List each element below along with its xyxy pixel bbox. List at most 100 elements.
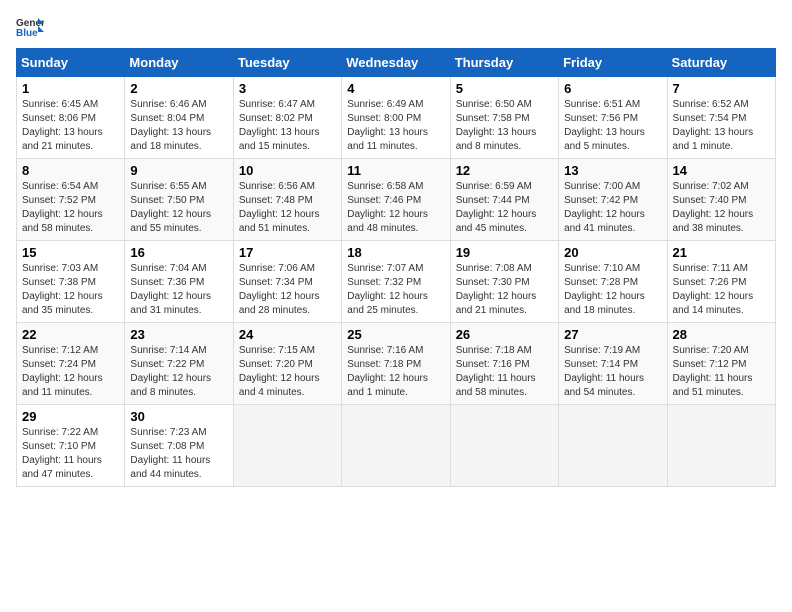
day-detail: Sunrise: 7:14 AMSunset: 7:22 PMDaylight:…: [130, 344, 227, 400]
day-cell-9: 9 Sunrise: 6:55 AMSunset: 7:50 PMDaylight…: [125, 159, 233, 241]
day-number: 3: [239, 81, 336, 96]
day-detail: Sunrise: 7:20 AMSunset: 7:12 PMDaylight:…: [673, 344, 770, 400]
day-detail: Sunrise: 7:19 AMSunset: 7:14 PMDaylight:…: [564, 344, 661, 400]
day-cell-17: 17 Sunrise: 7:06 AMSunset: 7:34 PMDayligh…: [233, 241, 341, 323]
calendar-table: SundayMondayTuesdayWednesdayThursdayFrid…: [16, 48, 776, 487]
empty-cell: [667, 405, 775, 487]
logo-icon: General Blue: [16, 16, 44, 38]
day-number: 20: [564, 245, 661, 260]
day-number: 7: [673, 81, 770, 96]
day-number: 16: [130, 245, 227, 260]
day-headers-row: SundayMondayTuesdayWednesdayThursdayFrid…: [17, 49, 776, 77]
day-number: 23: [130, 327, 227, 342]
day-number: 29: [22, 409, 119, 424]
day-number: 12: [456, 163, 553, 178]
day-cell-8: 8 Sunrise: 6:54 AMSunset: 7:52 PMDaylight…: [17, 159, 125, 241]
day-cell-16: 16 Sunrise: 7:04 AMSunset: 7:36 PMDayligh…: [125, 241, 233, 323]
day-cell-11: 11Sunrise: 6:58 AMSunset: 7:46 PMDayligh…: [342, 159, 450, 241]
day-cell-6: 6 Sunrise: 6:51 AMSunset: 7:56 PMDaylight…: [559, 77, 667, 159]
week-row-5: 29 Sunrise: 7:22 AMSunset: 7:10 PMDayligh…: [17, 405, 776, 487]
day-cell-4: 4 Sunrise: 6:49 AMSunset: 8:00 PMDaylight…: [342, 77, 450, 159]
day-number: 6: [564, 81, 661, 96]
day-number: 2: [130, 81, 227, 96]
day-cell-27: 27 Sunrise: 7:19 AMSunset: 7:14 PMDayligh…: [559, 323, 667, 405]
day-number: 24: [239, 327, 336, 342]
svg-text:Blue: Blue: [16, 28, 38, 38]
day-number: 15: [22, 245, 119, 260]
day-cell-10: 10 Sunrise: 6:56 AMSunset: 7:48 PMDayligh…: [233, 159, 341, 241]
day-detail: Sunrise: 6:50 AMSunset: 7:58 PMDaylight:…: [456, 98, 553, 154]
day-number: 22: [22, 327, 119, 342]
day-cell-14: 14Sunrise: 7:02 AMSunset: 7:40 PMDayligh…: [667, 159, 775, 241]
day-detail: Sunrise: 7:08 AMSunset: 7:30 PMDaylight:…: [456, 262, 553, 318]
day-detail: Sunrise: 7:23 AMSunset: 7:08 PMDaylight:…: [130, 426, 227, 482]
day-cell-5: 5Sunrise: 6:50 AMSunset: 7:58 PMDaylight…: [450, 77, 558, 159]
day-header-friday: Friday: [559, 49, 667, 77]
day-cell-25: 25 Sunrise: 7:16 AMSunset: 7:18 PMDayligh…: [342, 323, 450, 405]
day-detail: Sunrise: 6:45 AMSunset: 8:06 PMDaylight:…: [22, 98, 119, 154]
day-header-wednesday: Wednesday: [342, 49, 450, 77]
empty-cell: [342, 405, 450, 487]
day-detail: Sunrise: 7:07 AMSunset: 7:32 PMDaylight:…: [347, 262, 444, 318]
day-cell-18: 18 Sunrise: 7:07 AMSunset: 7:32 PMDayligh…: [342, 241, 450, 323]
day-number: 18: [347, 245, 444, 260]
day-header-sunday: Sunday: [17, 49, 125, 77]
day-detail: Sunrise: 7:04 AMSunset: 7:36 PMDaylight:…: [130, 262, 227, 318]
day-detail: Sunrise: 7:11 AMSunset: 7:26 PMDaylight:…: [673, 262, 770, 318]
day-detail: Sunrise: 6:52 AMSunset: 7:54 PMDaylight:…: [673, 98, 770, 154]
day-number: 25: [347, 327, 444, 342]
week-row-2: 8 Sunrise: 6:54 AMSunset: 7:52 PMDaylight…: [17, 159, 776, 241]
day-header-tuesday: Tuesday: [233, 49, 341, 77]
header: General Blue: [16, 16, 776, 38]
day-detail: Sunrise: 6:55 AMSunset: 7:50 PMDaylight:…: [130, 180, 227, 236]
day-cell-2: 2Sunrise: 6:46 AMSunset: 8:04 PMDaylight…: [125, 77, 233, 159]
day-detail: Sunrise: 7:22 AMSunset: 7:10 PMDaylight:…: [22, 426, 119, 482]
day-number: 26: [456, 327, 553, 342]
day-detail: Sunrise: 7:06 AMSunset: 7:34 PMDaylight:…: [239, 262, 336, 318]
day-detail: Sunrise: 7:15 AMSunset: 7:20 PMDaylight:…: [239, 344, 336, 400]
day-cell-13: 13Sunrise: 7:00 AMSunset: 7:42 PMDayligh…: [559, 159, 667, 241]
day-number: 1: [22, 81, 119, 96]
empty-cell: [559, 405, 667, 487]
day-number: 10: [239, 163, 336, 178]
day-detail: Sunrise: 7:12 AMSunset: 7:24 PMDaylight:…: [22, 344, 119, 400]
day-cell-29: 29 Sunrise: 7:22 AMSunset: 7:10 PMDayligh…: [17, 405, 125, 487]
day-number: 21: [673, 245, 770, 260]
empty-cell: [450, 405, 558, 487]
day-number: 30: [130, 409, 227, 424]
week-row-3: 15 Sunrise: 7:03 AMSunset: 7:38 PMDayligh…: [17, 241, 776, 323]
day-number: 8: [22, 163, 119, 178]
day-detail: Sunrise: 6:51 AMSunset: 7:56 PMDaylight:…: [564, 98, 661, 154]
day-cell-21: 21 Sunrise: 7:11 AMSunset: 7:26 PMDayligh…: [667, 241, 775, 323]
day-number: 28: [673, 327, 770, 342]
day-detail: Sunrise: 6:49 AMSunset: 8:00 PMDaylight:…: [347, 98, 444, 154]
day-detail: Sunrise: 7:00 AMSunset: 7:42 PMDaylight:…: [564, 180, 661, 236]
day-detail: Sunrise: 6:59 AMSunset: 7:44 PMDaylight:…: [456, 180, 553, 236]
day-cell-26: 26 Sunrise: 7:18 AMSunset: 7:16 PMDayligh…: [450, 323, 558, 405]
day-cell-7: 7 Sunrise: 6:52 AMSunset: 7:54 PMDaylight…: [667, 77, 775, 159]
day-detail: Sunrise: 6:54 AMSunset: 7:52 PMDaylight:…: [22, 180, 119, 236]
empty-cell: [233, 405, 341, 487]
day-cell-22: 22 Sunrise: 7:12 AMSunset: 7:24 PMDayligh…: [17, 323, 125, 405]
day-detail: Sunrise: 7:10 AMSunset: 7:28 PMDaylight:…: [564, 262, 661, 318]
day-header-thursday: Thursday: [450, 49, 558, 77]
day-number: 19: [456, 245, 553, 260]
day-detail: Sunrise: 7:16 AMSunset: 7:18 PMDaylight:…: [347, 344, 444, 400]
week-row-4: 22 Sunrise: 7:12 AMSunset: 7:24 PMDayligh…: [17, 323, 776, 405]
day-number: 9: [130, 163, 227, 178]
day-number: 17: [239, 245, 336, 260]
day-cell-19: 19 Sunrise: 7:08 AMSunset: 7:30 PMDayligh…: [450, 241, 558, 323]
day-header-monday: Monday: [125, 49, 233, 77]
day-cell-24: 24 Sunrise: 7:15 AMSunset: 7:20 PMDayligh…: [233, 323, 341, 405]
day-cell-3: 3Sunrise: 6:47 AMSunset: 8:02 PMDaylight…: [233, 77, 341, 159]
day-detail: Sunrise: 6:56 AMSunset: 7:48 PMDaylight:…: [239, 180, 336, 236]
day-number: 11: [347, 163, 444, 178]
day-cell-23: 23 Sunrise: 7:14 AMSunset: 7:22 PMDayligh…: [125, 323, 233, 405]
day-number: 27: [564, 327, 661, 342]
day-detail: Sunrise: 7:03 AMSunset: 7:38 PMDaylight:…: [22, 262, 119, 318]
day-cell-1: 1 Sunrise: 6:45 AMSunset: 8:06 PMDaylight…: [17, 77, 125, 159]
day-number: 4: [347, 81, 444, 96]
day-number: 14: [673, 163, 770, 178]
day-cell-30: 30 Sunrise: 7:23 AMSunset: 7:08 PMDayligh…: [125, 405, 233, 487]
day-detail: Sunrise: 7:18 AMSunset: 7:16 PMDaylight:…: [456, 344, 553, 400]
